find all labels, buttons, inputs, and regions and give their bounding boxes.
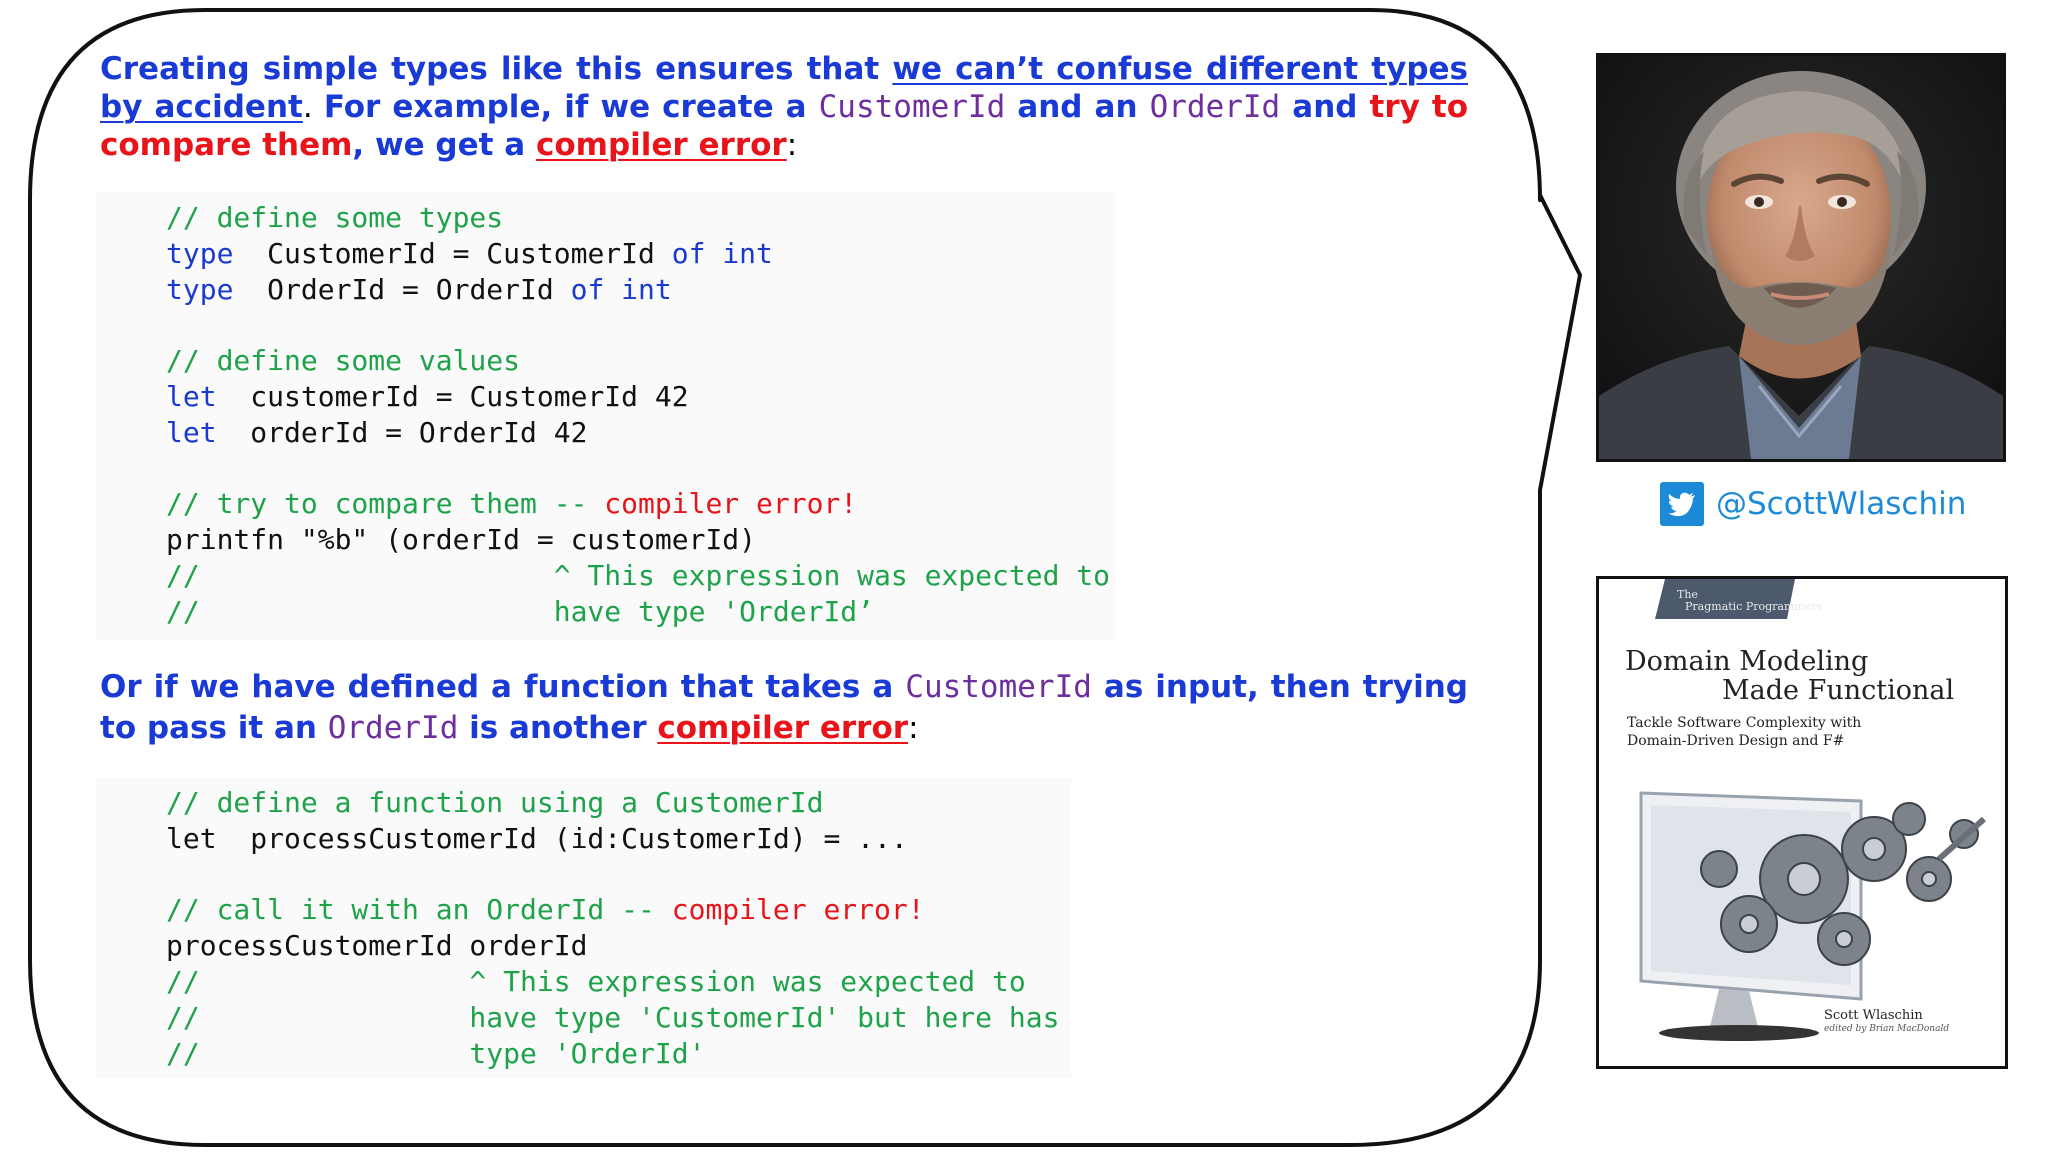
code-token: int [722, 236, 773, 270]
code-line: // have type 'CustomerId' but here has [166, 1000, 1059, 1036]
code-token: let processCustomerId (id:CustomerId) = … [166, 821, 908, 855]
code-token: // define some types [166, 201, 504, 234]
twitter-handle[interactable]: @ScottWlaschin [1660, 482, 1966, 526]
code-token: let [166, 379, 217, 413]
code-token: let [166, 415, 217, 449]
code-line: // have type 'OrderId’ [166, 594, 1110, 630]
code-token: type [166, 272, 234, 306]
paragraph-segment: . [302, 89, 324, 125]
code-token: int [621, 272, 672, 306]
code-token: // have type 'OrderId’ [166, 594, 875, 628]
code-token: // define a function using a CustomerId [166, 786, 824, 819]
code-line: // define some values [166, 343, 1110, 379]
code-line: type OrderId = OrderId of int [166, 272, 1110, 308]
book-cover: The Pragmatic Programmers Domain Modelin… [1596, 576, 2008, 1069]
code-line: // type 'OrderId' [166, 1036, 1059, 1072]
paragraph-segment: CustomerId [818, 89, 1006, 125]
twitter-handle-text: @ScottWlaschin [1716, 486, 1967, 522]
paragraph-segment: and [1280, 89, 1370, 125]
code-line: // define a function using a CustomerId [166, 785, 1059, 821]
code-line: // try to compare them -- compiler error… [166, 486, 1110, 522]
paragraph-segment: compiler error [657, 710, 909, 746]
code-line: // define some types [166, 200, 1110, 236]
author-portrait-illustration [1599, 56, 2003, 459]
code-token: CustomerId = CustomerId [233, 236, 672, 270]
paragraph-segment: OrderId [1149, 89, 1281, 125]
code-line: // call it with an OrderId -- compiler e… [166, 892, 1059, 928]
code-token: // type 'OrderId' [166, 1036, 706, 1070]
paragraph-segment: : [786, 127, 798, 163]
code-token: compiler error! [604, 487, 858, 521]
twitter-bird-icon [1660, 482, 1704, 526]
book-title-line1: Domain Modeling [1625, 646, 1869, 677]
paragraph-segment: For example, if we create a [323, 89, 819, 125]
code-token: orderId = OrderId 42 [216, 415, 588, 449]
author-photo [1596, 53, 2006, 462]
code-token: // try to compare them -- [166, 487, 605, 521]
code-token: // ^ This expression was expected to [166, 964, 1026, 998]
paragraph-segment: is another [458, 710, 658, 746]
book-editor: edited by Brian MacDonald [1824, 1024, 1950, 1034]
function-paragraph: Or if we have defined a function that ta… [100, 667, 1468, 749]
code-token: of [671, 236, 706, 270]
paragraph-segment: : [908, 710, 919, 746]
code-block-compare: // define some types type CustomerId = Cu… [166, 200, 1110, 630]
code-token: processCustomerId orderId [166, 929, 588, 963]
code-line: let orderId = OrderId 42 [166, 415, 1110, 451]
code-token: // define some values [166, 344, 521, 378]
code-token: printfn "%b" (orderId = customerId) [166, 523, 757, 557]
paragraph-segment: Creating simple types like this ensures … [100, 51, 893, 87]
paragraph-segment: , we get a [352, 127, 536, 163]
code-token: customerId = CustomerId 42 [216, 379, 689, 413]
paragraph-segment: CustomerId [905, 669, 1092, 705]
paragraph-segment: compiler error [535, 127, 787, 163]
code-block-function: // define a function using a CustomerId l… [166, 785, 1059, 1071]
publisher-line2: Pragmatic Programmers [1685, 600, 1823, 613]
code-line: // ^ This expression was expected to [166, 964, 1059, 1000]
code-line: // ^ This expression was expected to [166, 558, 1110, 594]
intro-paragraph: Creating simple types like this ensures … [100, 50, 1468, 164]
code-token: of [570, 272, 605, 306]
code-line: let customerId = CustomerId 42 [166, 379, 1110, 415]
code-token: // ^ This expression was expected to [166, 558, 1111, 592]
code-token: OrderId = OrderId [233, 272, 571, 306]
code-line: processCustomerId orderId [166, 928, 1059, 964]
book-subtitle-line1: Tackle Software Complexity with [1627, 715, 1862, 731]
code-token: type [166, 236, 234, 270]
paragraph-segment: OrderId [327, 710, 459, 746]
code-token: // have type 'CustomerId' but here has [166, 1000, 1060, 1034]
code-line: let processCustomerId (id:CustomerId) = … [166, 821, 1059, 857]
paragraph-segment: Or if we have defined a function that ta… [100, 669, 906, 705]
paragraph-segment: and an [1005, 89, 1150, 125]
code-token: compiler error! [671, 893, 925, 927]
code-line: type CustomerId = CustomerId of int [166, 236, 1110, 272]
book-subtitle-line2: Domain-Driven Design and F# [1627, 733, 1845, 749]
code-token: // call it with an OrderId -- [166, 893, 672, 927]
book-author: Scott Wlaschin [1824, 1008, 1923, 1023]
book-title-line2: Made Functional [1722, 675, 1955, 706]
code-line: printfn "%b" (orderId = customerId) [166, 522, 1110, 558]
